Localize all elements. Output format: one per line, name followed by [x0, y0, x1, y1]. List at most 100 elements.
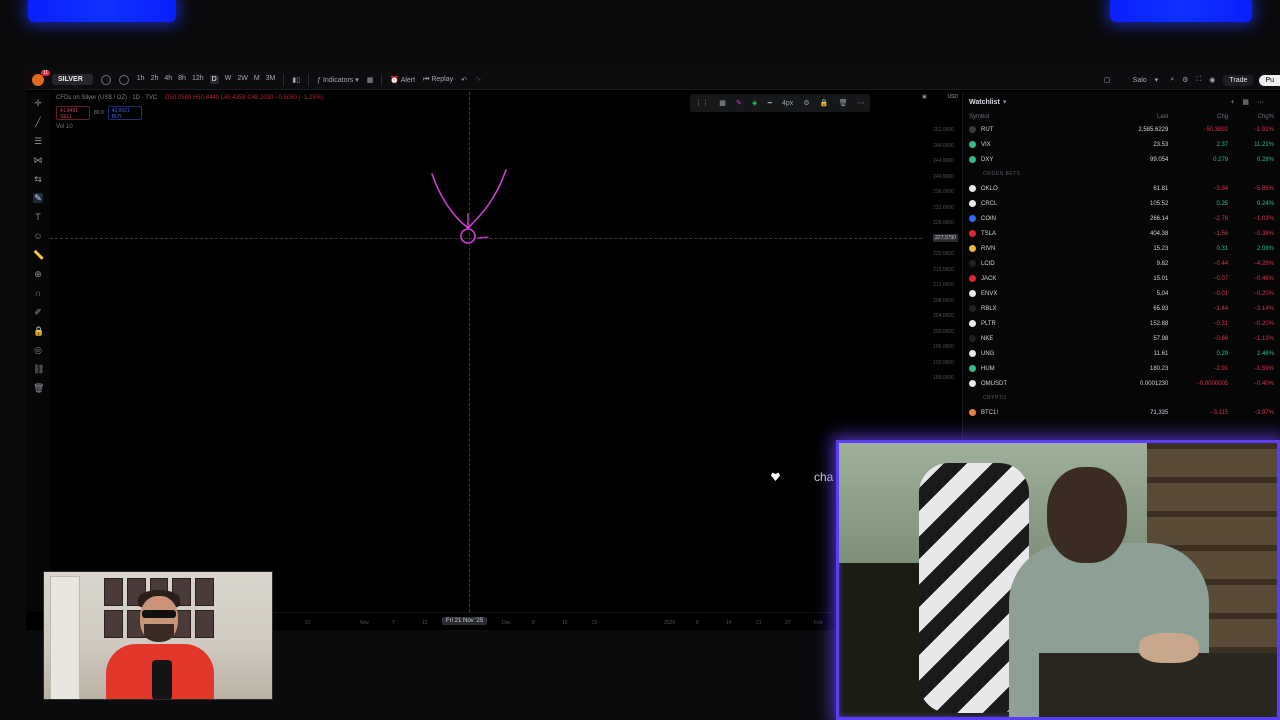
- watchlist-row-pltr[interactable]: PLTR 152.88 −0.31 −0.20%: [963, 316, 1280, 331]
- brush-drawing[interactable]: [420, 152, 540, 252]
- legend-title[interactable]: CFDs on Silver (US$ / OZ) · 1D · TVC: [56, 95, 157, 101]
- watchlist-row-hum[interactable]: HUM 180.23 −2.91 −1.59%: [963, 361, 1280, 376]
- watchlist-row-dxy[interactable]: DXY 99.054 0.279 0.28%: [963, 152, 1280, 167]
- indicators-button[interactable]: ƒ Indicators ▾: [317, 76, 359, 84]
- publish-button[interactable]: Pu: [1259, 74, 1280, 86]
- chart-pane[interactable]: CFDs on Silver (US$ / OZ) · 1D · TVC O50…: [50, 92, 922, 612]
- line-color-icon[interactable]: ✎: [736, 99, 742, 107]
- compare-icon[interactable]: [100, 74, 111, 85]
- watchlist-row-btc1[interactable]: BTC1! 71,335 −3,115 −2.97%: [963, 405, 1280, 420]
- stream-glow-right: [1110, 0, 1252, 22]
- interval-12h[interactable]: 12h: [192, 75, 204, 84]
- interval-1h[interactable]: 1h: [137, 75, 145, 84]
- undo-icon[interactable]: ↶: [461, 76, 467, 84]
- interval-2w[interactable]: 2W: [237, 75, 248, 84]
- fullscreen-icon[interactable]: ⛶: [1196, 76, 1201, 84]
- row-change: −2.76: [1212, 215, 1229, 222]
- ruler-icon[interactable]: 📏: [33, 250, 44, 260]
- templates-icon[interactable]: ▦: [367, 76, 374, 84]
- layout-icon[interactable]: ▢: [1104, 76, 1111, 84]
- interval-2h[interactable]: 2h: [151, 75, 159, 84]
- pattern-icon[interactable]: ⋈: [33, 155, 43, 165]
- watchlist-row-vix[interactable]: VIX 23.53 2.37 11.21%: [963, 137, 1280, 152]
- trade-button[interactable]: Trade: [1223, 74, 1254, 86]
- fill-color-icon[interactable]: ◈: [752, 99, 757, 107]
- replay-button[interactable]: ⏮ Replay: [423, 76, 453, 84]
- watchlist-row-lcid[interactable]: LCID 9.82 −0.44 −4.28%: [963, 256, 1280, 271]
- text-icon[interactable]: T: [33, 212, 43, 222]
- emoji-icon[interactable]: ☺: [33, 231, 43, 241]
- col-last[interactable]: Last: [1089, 114, 1168, 120]
- watchlist-row-rblx[interactable]: RBLX 65.93 −1.44 −2.14%: [963, 301, 1280, 316]
- watchlist-row-coin[interactable]: COIN 266.14 −2.76 −1.03%: [963, 211, 1280, 226]
- magnet-icon[interactable]: ∩: [33, 288, 43, 298]
- watchlist-row-rut[interactable]: RUT 2,585.6229 −50.3892 −1.91%: [963, 122, 1280, 137]
- interval-8h[interactable]: 8h: [178, 75, 186, 84]
- interval-w[interactable]: W: [225, 75, 232, 84]
- columns-icon[interactable]: ▦: [1242, 99, 1257, 106]
- link-icon[interactable]: ⛓: [33, 364, 44, 374]
- brush-icon[interactable]: ✎: [33, 193, 43, 203]
- divider: [308, 73, 310, 86]
- lock-icon[interactable]: 🔒: [820, 99, 829, 107]
- alert-button[interactable]: ⏰ Alert: [390, 76, 415, 84]
- add-icon[interactable]: +: [1230, 99, 1242, 106]
- add-symbol-icon[interactable]: [118, 74, 129, 85]
- lock-icon[interactable]: 🔒: [33, 326, 44, 336]
- watchlist-row-envx[interactable]: ENVX 5.04 −0.01 −0.20%: [963, 286, 1280, 301]
- redo-icon[interactable]: ↷: [475, 76, 481, 84]
- interval-3m[interactable]: 3M: [266, 75, 276, 84]
- fib-icon[interactable]: ☰: [33, 136, 43, 146]
- interval-m[interactable]: M: [254, 75, 260, 84]
- chevron-down-icon[interactable]: ▾: [1003, 98, 1007, 106]
- col-pct[interactable]: Chg%: [1228, 114, 1274, 120]
- axis-settings-icon[interactable]: ▣: [922, 94, 927, 100]
- watchlist-row-nke[interactable]: NKE 57.98 −0.66 −1.13%: [963, 331, 1280, 346]
- chart-type-icon[interactable]: ▮▯: [292, 76, 300, 84]
- user-avatar[interactable]: 11: [32, 69, 50, 86]
- row-last: 65.93: [1153, 305, 1169, 312]
- watchlist-row-rivn[interactable]: RIVN 15.23 0.31 2.08%: [963, 241, 1280, 256]
- chevron-down-icon[interactable]: ▾: [1155, 76, 1159, 84]
- template-icon[interactable]: ▦: [719, 99, 726, 107]
- search-icon[interactable]: ⌕: [1170, 76, 1174, 84]
- line-width-icon[interactable]: ━: [768, 99, 772, 107]
- sell-button[interactable]: 41.8491 SELL: [56, 106, 90, 120]
- row-change-percent: 2.46%: [1256, 350, 1274, 357]
- trash-icon[interactable]: 🗑: [839, 99, 848, 107]
- row-change: −3,115: [1210, 409, 1229, 416]
- trash-icon[interactable]: 🗑: [33, 383, 44, 393]
- buy-button[interactable]: 42.0021 BUY: [107, 106, 142, 120]
- watchlist-title[interactable]: Watchlist: [969, 99, 1000, 106]
- symbol-search[interactable]: SILVER: [52, 74, 93, 85]
- settings-icon[interactable]: ⚙: [803, 99, 809, 107]
- watchlist-row-crcl[interactable]: CRCL 105.52 0.25 0.24%: [963, 196, 1280, 211]
- settings-icon[interactable]: ⚙: [1182, 76, 1188, 84]
- stay-drawing-icon[interactable]: ✐: [33, 307, 43, 317]
- zoom-icon[interactable]: ⊕: [33, 269, 43, 279]
- watchlist-row-oklo[interactable]: OKLO 61.81 −3.84 −5.85%: [963, 181, 1280, 196]
- interval-4h[interactable]: 4h: [164, 75, 172, 84]
- hide-icon[interactable]: ◎: [33, 345, 43, 355]
- watchlist-row-ung[interactable]: UNG 11.61 0.29 2.46%: [963, 346, 1280, 361]
- trendline-icon[interactable]: ╱: [33, 117, 43, 127]
- watchlist-row-tsla[interactable]: TSLA 404.38 −1.56 −0.38%: [963, 226, 1280, 241]
- watchlist-section-label[interactable]: ORDEN BETS: [963, 167, 1280, 181]
- row-change: −1.44: [1212, 305, 1229, 312]
- col-chg[interactable]: Chg: [1168, 114, 1228, 120]
- more-icon[interactable]: ⋯: [1257, 99, 1272, 106]
- interval-d[interactable]: D: [209, 75, 219, 84]
- brush-size[interactable]: 4px: [782, 100, 793, 107]
- crosshair-icon[interactable]: ✛: [33, 98, 43, 108]
- camera-icon[interactable]: ◉: [1209, 76, 1215, 84]
- time-tick-label: Nov: [360, 620, 369, 626]
- currency-selector[interactable]: USD: [947, 94, 958, 100]
- watchlist-section-label[interactable]: CRYPTO: [963, 391, 1280, 405]
- more-icon[interactable]: ⋯: [858, 99, 865, 107]
- col-symbol[interactable]: Symbol: [969, 114, 1089, 120]
- prediction-icon[interactable]: ⇆: [33, 174, 43, 184]
- watchlist-row-omusdt[interactable]: OMUSDT 0.0001230 −0.0000005 −0.40%: [963, 376, 1280, 391]
- watchlist-row-jack[interactable]: JACK 15.01 −0.07 −0.46%: [963, 271, 1280, 286]
- layout-name[interactable]: Salo: [1133, 77, 1147, 84]
- drag-handle-icon[interactable]: ⋮⋮: [695, 99, 709, 107]
